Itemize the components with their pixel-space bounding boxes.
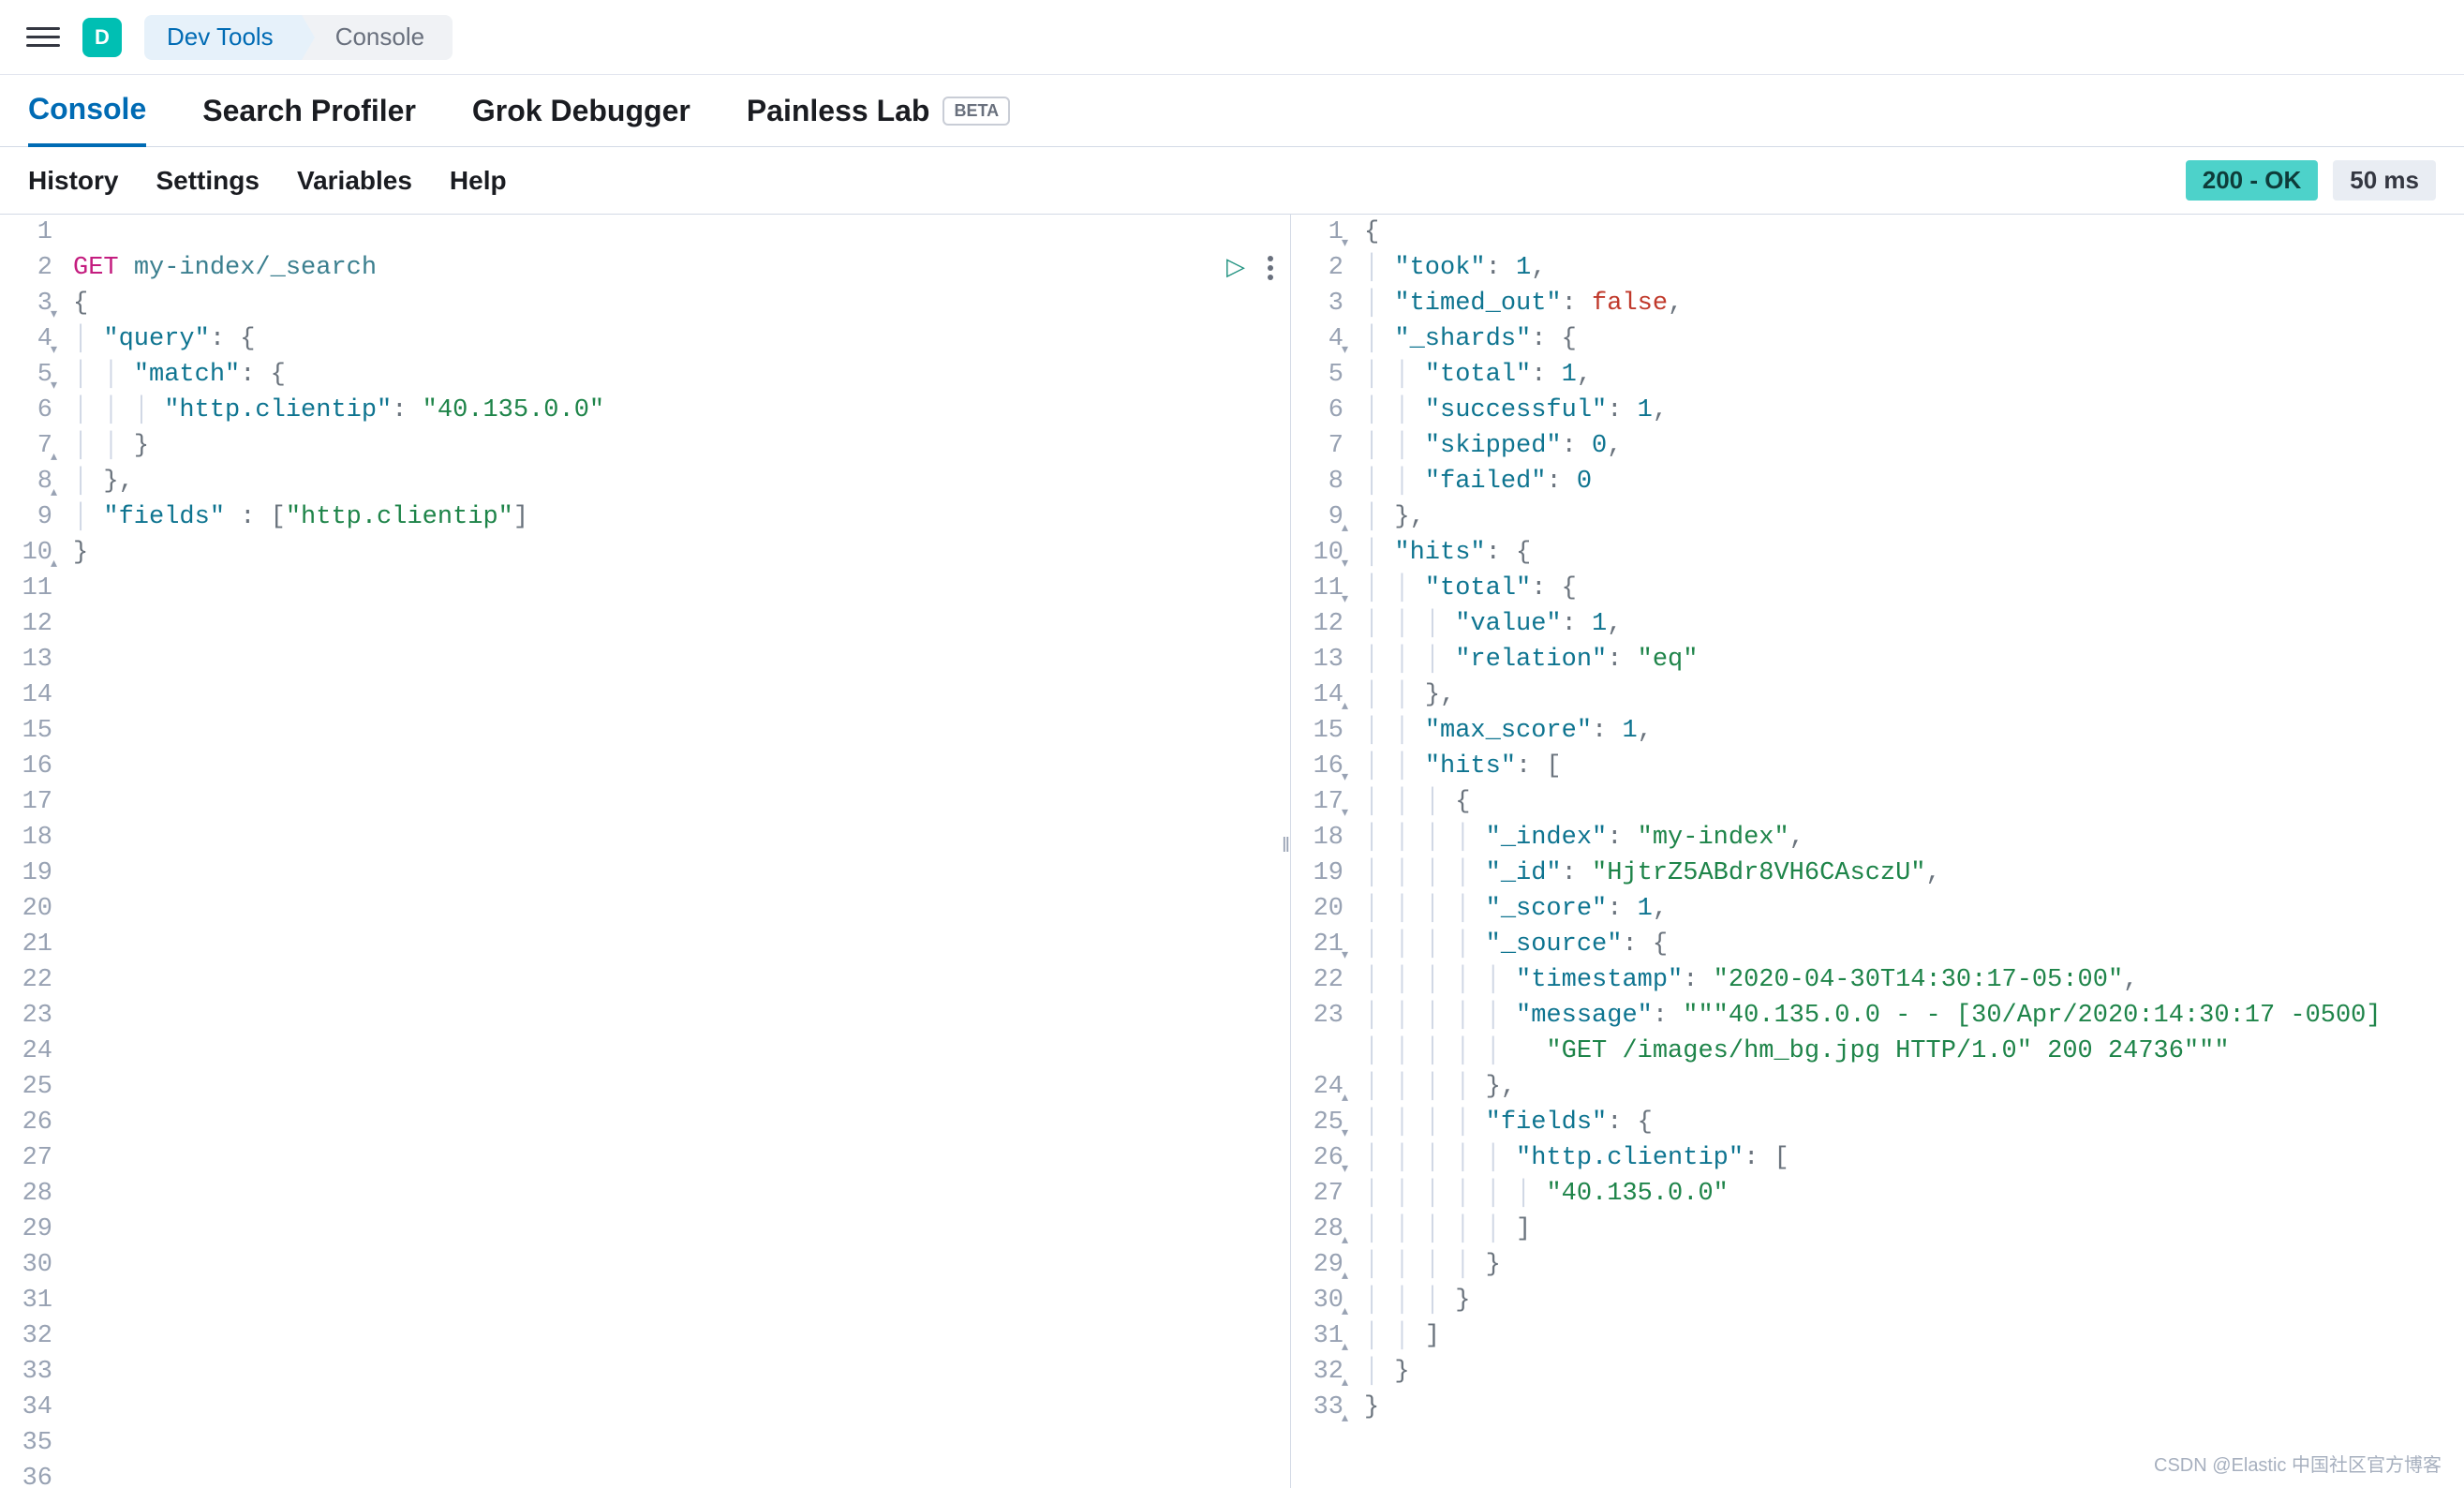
hamburger-icon[interactable] xyxy=(26,21,60,54)
watermark-text: CSDN @Elastic 中国社区官方博客 xyxy=(2154,1450,2442,1477)
response-gutter: 1▾234▾56789▴10▾11▾121314▴1516▾17▾1819202… xyxy=(1291,215,1353,1425)
request-options-icon[interactable] xyxy=(1268,256,1273,280)
toolbar-settings[interactable]: Settings xyxy=(156,166,259,196)
run-request-icon[interactable]: ▷ xyxy=(1226,250,1245,286)
response-code: {│ "took": 1,│ "timed_out": false,│ "_sh… xyxy=(1353,215,2464,1425)
tab-search-profiler[interactable]: Search Profiler xyxy=(202,94,416,145)
editor-panes: 123▾4▾5▾67▴8▴910▴11121314151617181920212… xyxy=(0,215,2464,1488)
console-toolbar: History Settings Variables Help 200 - OK… xyxy=(0,147,2464,215)
response-viewer[interactable]: 1▾234▾56789▴10▾11▾121314▴1516▾17▾1819202… xyxy=(1291,215,2464,1488)
status-badge: 200 - OK xyxy=(2186,160,2319,201)
top-bar: D Dev Tools Console xyxy=(0,0,2464,75)
request-code[interactable]: GET my-index/_search{│ "query": {│ │ "ma… xyxy=(62,215,1290,1488)
app-logo[interactable]: D xyxy=(82,18,122,57)
tab-painless-lab[interactable]: Painless Lab BETA xyxy=(747,94,1010,145)
breadcrumb: Dev Tools Console xyxy=(144,15,453,60)
toolbar-help[interactable]: Help xyxy=(450,166,507,196)
breadcrumb-console[interactable]: Console xyxy=(302,15,453,60)
request-gutter: 123▾4▾5▾67▴8▴910▴11121314151617181920212… xyxy=(0,215,62,1488)
toolbar-history[interactable]: History xyxy=(28,166,118,196)
request-editor[interactable]: 123▾4▾5▾67▴8▴910▴11121314151617181920212… xyxy=(0,215,1291,1488)
pane-splitter-icon[interactable]: ‖ xyxy=(1282,833,1290,857)
latency-badge: 50 ms xyxy=(2333,160,2436,201)
beta-badge: BETA xyxy=(943,97,1010,126)
toolbar-variables[interactable]: Variables xyxy=(297,166,412,196)
main-tabs: Console Search Profiler Grok Debugger Pa… xyxy=(0,75,2464,147)
breadcrumb-devtools[interactable]: Dev Tools xyxy=(144,15,302,60)
request-actions: ▷ xyxy=(1226,250,1273,286)
tab-console[interactable]: Console xyxy=(28,92,146,147)
tab-painless-label: Painless Lab xyxy=(747,94,930,128)
tab-grok-debugger[interactable]: Grok Debugger xyxy=(472,94,690,145)
